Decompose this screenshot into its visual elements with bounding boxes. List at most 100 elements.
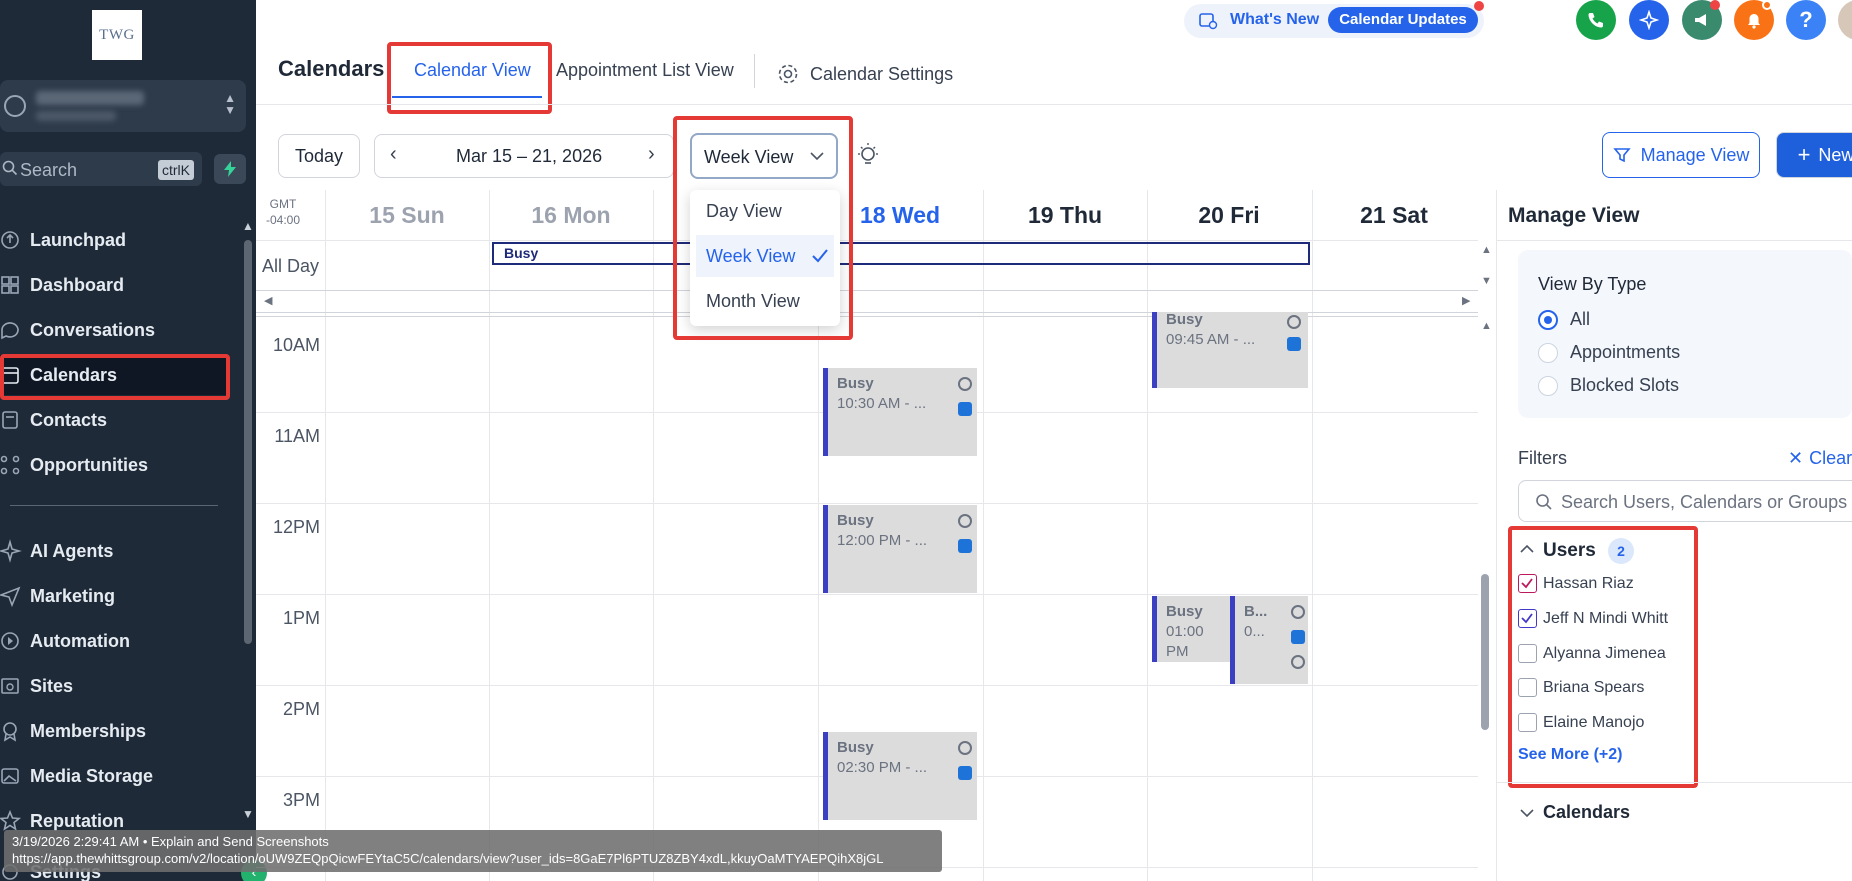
radio-label-all: All: [1570, 309, 1591, 329]
checkmark-icon: [1521, 578, 1533, 589]
user-label: Hassan Riaz: [1543, 575, 1634, 592]
user-checkbox-hassan[interactable]: [1518, 574, 1537, 593]
ai-assistant-button[interactable]: [1629, 0, 1669, 40]
sidebar-item-sites[interactable]: Sites: [0, 666, 230, 706]
chevron-down-icon[interactable]: [1520, 808, 1534, 818]
sidebar-item-conversations[interactable]: Conversations: [0, 310, 230, 350]
grid-line: [983, 190, 984, 881]
radio-label-blocked-slots: Blocked Slots: [1570, 375, 1680, 395]
grid-line: [256, 503, 1478, 504]
event-block[interactable]: Busy 01:00 PM: [1152, 596, 1230, 662]
day-header-mon[interactable]: 16 Mon: [489, 190, 653, 240]
allday-scroll-up-icon[interactable]: ▲: [1481, 244, 1492, 256]
sidebar-item-contacts[interactable]: Contacts: [0, 400, 230, 440]
event-settings-icon: [958, 377, 972, 391]
sidebar-item-calendars[interactable]: Calendars: [0, 355, 226, 395]
chevron-up-icon[interactable]: [1520, 544, 1534, 554]
radio-all[interactable]: [1538, 310, 1558, 330]
help-button[interactable]: ?: [1786, 0, 1826, 40]
sidebar-item-opportunities[interactable]: Opportunities: [0, 445, 230, 485]
lightbulb-icon[interactable]: [856, 142, 880, 170]
company-logo[interactable]: TWG: [92, 10, 142, 60]
next-week-button[interactable]: ›: [648, 143, 655, 166]
sidebar-scrollbar[interactable]: [244, 240, 252, 644]
phone-icon: [1588, 13, 1603, 28]
day-header-thu[interactable]: 19 Thu: [983, 190, 1147, 240]
calendar-updates-pill[interactable]: Calendar Updates: [1328, 7, 1478, 33]
event-settings-icon: [1291, 605, 1305, 619]
grid-scroll-up-icon[interactable]: ▲: [1481, 320, 1492, 332]
sparkle-icon: [1639, 10, 1659, 30]
allday-scroll-down-icon[interactable]: ▼: [1481, 275, 1492, 287]
user-checkbox-elaine[interactable]: [1518, 713, 1537, 732]
outlook-icon: [958, 539, 972, 553]
scroll-right-icon[interactable]: ▶: [1462, 294, 1470, 307]
radio-appointments[interactable]: [1538, 343, 1558, 363]
sidebar-item-marketing[interactable]: Marketing: [0, 576, 230, 616]
event-block[interactable]: Busy 02:30 PM - ...: [823, 732, 977, 820]
scroll-down-icon[interactable]: ▼: [242, 807, 254, 821]
hour-label: 12PM: [272, 517, 320, 537]
sidebar-item-ai-agents[interactable]: AI Agents: [0, 531, 230, 571]
clear-filters-button[interactable]: ✕ Clear: [1788, 448, 1852, 469]
hour-label: 3PM: [282, 790, 320, 810]
scroll-up-icon[interactable]: ▲: [242, 219, 254, 233]
sidebar-item-dashboard[interactable]: Dashboard: [0, 265, 230, 305]
outlook-icon: [1291, 630, 1305, 644]
tab-calendar-view[interactable]: Calendar View: [414, 60, 531, 81]
event-block[interactable]: Busy 09:45 AM - ...: [1152, 312, 1308, 388]
day-header-fri[interactable]: 20 Fri: [1147, 190, 1311, 240]
send-icon: [0, 586, 21, 608]
see-more-users-link[interactable]: See More (+2): [1518, 746, 1622, 764]
sidebar-item-memberships[interactable]: Memberships: [0, 711, 230, 751]
account-switcher[interactable]: ▲ ▼: [0, 80, 246, 132]
search-icon: [1536, 494, 1552, 510]
users-count-badge: 2: [1608, 538, 1634, 564]
prev-week-button[interactable]: ‹: [390, 143, 397, 166]
sidebar-search[interactable]: Search ctrlK: [0, 152, 202, 186]
tab-appointment-list-view[interactable]: Appointment List View: [556, 60, 734, 81]
whats-new-label[interactable]: What's New: [1230, 11, 1319, 29]
event-block[interactable]: Busy 10:30 AM - ...: [823, 368, 977, 456]
chevron-down-icon: [810, 152, 824, 161]
event-block[interactable]: Busy 12:00 PM - ...: [823, 505, 977, 593]
radio-blocked-slots[interactable]: [1538, 376, 1558, 396]
sidebar-item-automation[interactable]: Automation: [0, 621, 230, 661]
scroll-left-icon[interactable]: ◀: [264, 294, 272, 307]
user-checkbox-jeff[interactable]: [1518, 609, 1537, 628]
dropdown-option-month-view[interactable]: Month View: [696, 280, 834, 322]
sidebar-item-launchpad[interactable]: Launchpad: [0, 220, 230, 260]
all-day-event[interactable]: Busy: [492, 242, 1310, 265]
sidebar-item-media-storage[interactable]: Media Storage: [0, 756, 230, 796]
hour-label: 1PM: [282, 608, 320, 628]
avatar[interactable]: [1838, 0, 1852, 40]
search-placeholder: Search: [20, 160, 78, 180]
day-header-wed[interactable]: 18 Wed: [818, 190, 982, 240]
chat-icon: [1, 322, 19, 340]
sidebar: TWG ▲ ▼ Search ctrlK Launchpad Dashboard …: [0, 0, 267, 881]
event-block[interactable]: B... 0...: [1230, 596, 1308, 684]
quick-actions-button[interactable]: [214, 154, 246, 184]
tab-calendar-settings[interactable]: Calendar Settings: [776, 62, 953, 86]
grid-line: [256, 240, 1478, 241]
tab-separator: [754, 54, 755, 88]
filter-icon: [1612, 148, 1631, 163]
calendars-section-title[interactable]: Calendars: [1543, 802, 1630, 823]
user-label: Elaine Manojo: [1543, 714, 1645, 731]
account-name-redacted: [36, 91, 144, 105]
dropdown-option-week-view[interactable]: Week View: [696, 235, 834, 277]
day-header-sun[interactable]: 15 Sun: [325, 190, 489, 240]
day-header-sat[interactable]: 21 Sat: [1312, 190, 1476, 240]
filter-search-input[interactable]: Search Users, Calendars or Groups: [1518, 480, 1852, 522]
phone-button[interactable]: [1576, 0, 1616, 40]
grid-scrollbar[interactable]: [1481, 574, 1489, 730]
users-section-title[interactable]: Users: [1543, 540, 1596, 562]
new-button[interactable]: + New: [1776, 132, 1852, 178]
dropdown-option-day-view[interactable]: Day View: [696, 190, 834, 232]
panel-divider: [1497, 782, 1852, 783]
view-select[interactable]: Week View: [690, 133, 838, 179]
user-checkbox-alyanna[interactable]: [1518, 644, 1537, 663]
today-button[interactable]: Today: [278, 134, 360, 178]
manage-view-button[interactable]: Manage View: [1602, 132, 1760, 178]
user-checkbox-briana[interactable]: [1518, 678, 1537, 697]
